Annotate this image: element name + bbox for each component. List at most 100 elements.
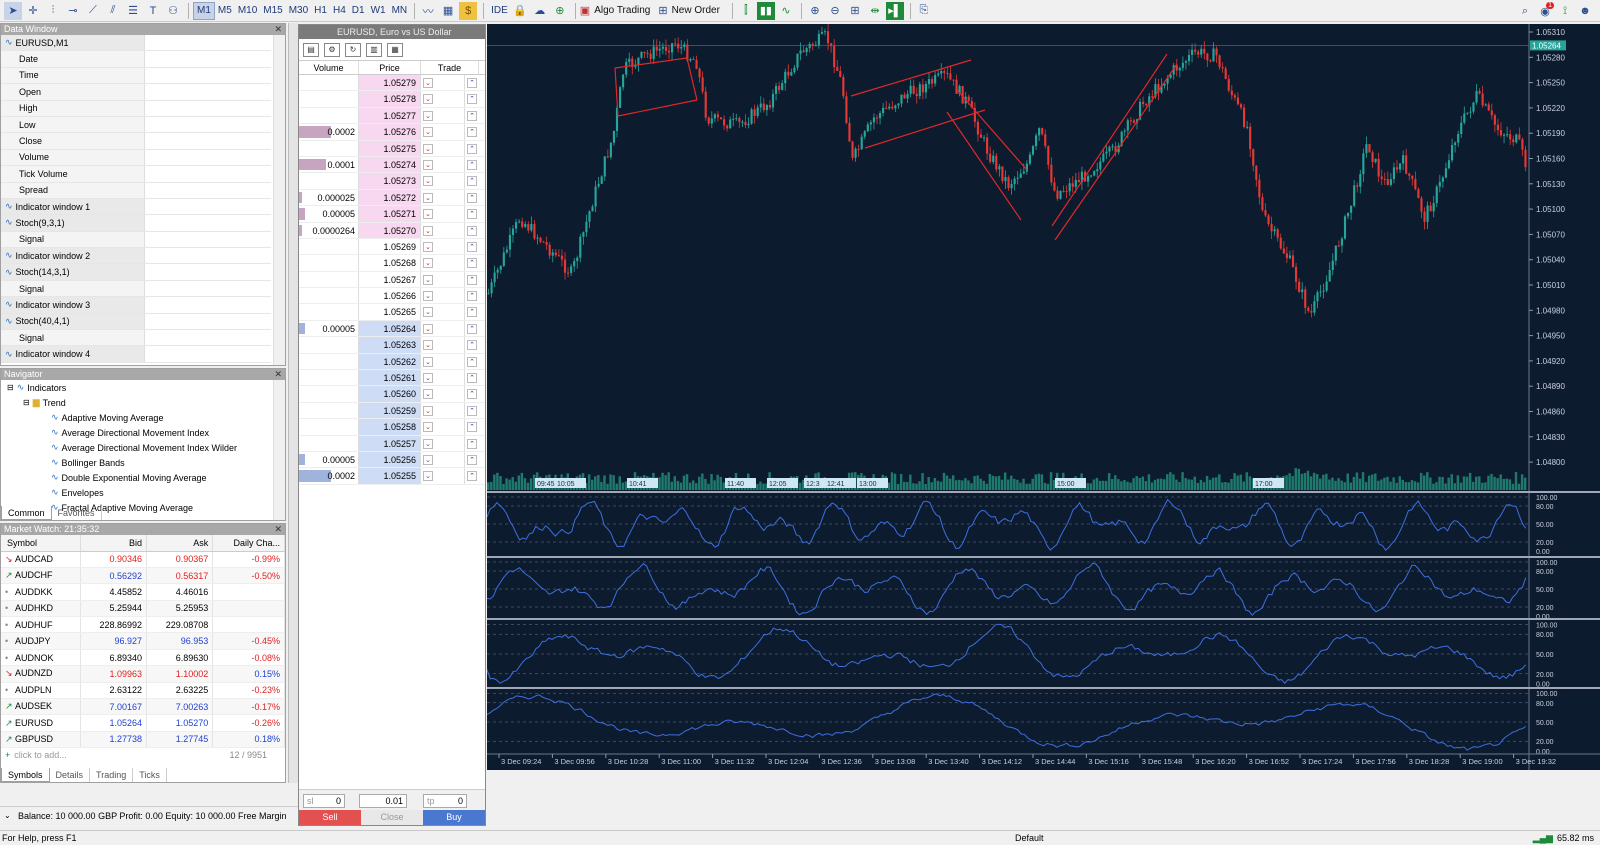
indicators-icon[interactable]: ▦: [439, 2, 457, 20]
sell-limit-icon[interactable]: ⌄: [423, 324, 433, 334]
sell-limit-icon[interactable]: ⌄: [423, 471, 433, 481]
timeframe-h1[interactable]: H1: [311, 2, 330, 20]
vps-icon[interactable]: ⊕: [551, 2, 569, 20]
chart-type-icon[interactable]: 〰: [419, 2, 437, 20]
dom-row[interactable]: 1.05260⌄⌃: [299, 386, 485, 402]
sell-limit-icon[interactable]: ⌄: [423, 111, 433, 121]
dom-row[interactable]: 0.000051.05264⌄⌃: [299, 321, 485, 337]
sell-limit-icon[interactable]: ⌄: [423, 209, 433, 219]
price-chart[interactable]: 1.053101.052801.052501.052201.051901.051…: [487, 24, 1600, 770]
collapse-icon[interactable]: ⊟: [23, 398, 30, 407]
buy-limit-icon[interactable]: ⌃: [467, 471, 477, 481]
timeframe-h4[interactable]: H4: [330, 2, 349, 20]
chart-shift-icon[interactable]: ▸▌: [886, 2, 904, 20]
timeframe-m10[interactable]: M10: [235, 2, 260, 20]
navigator-tab-favorites[interactable]: Favorites: [52, 506, 102, 520]
market-watch-tab-trading[interactable]: Trading: [90, 768, 133, 782]
sell-button[interactable]: Sell: [299, 810, 361, 825]
dom-row[interactable]: 0.00011.05274⌄⌃: [299, 157, 485, 173]
chart-canvas[interactable]: 1.053101.052801.052501.052201.051901.051…: [487, 24, 1600, 770]
timeframe-m15[interactable]: M15: [260, 2, 285, 20]
horizontal-line-icon[interactable]: ⊸: [64, 2, 82, 20]
sell-limit-icon[interactable]: ⌄: [423, 357, 433, 367]
buy-limit-icon[interactable]: ⌃: [467, 78, 477, 88]
sell-limit-icon[interactable]: ⌄: [423, 94, 433, 104]
dom-row[interactable]: 1.05275⌄⌃: [299, 141, 485, 157]
market-watch-row[interactable]: ↗AUDSEK7.001677.00263-0.17%: [1, 699, 285, 715]
sell-limit-icon[interactable]: ⌄: [423, 160, 433, 170]
dom-row[interactable]: 1.05279⌄⌃: [299, 75, 485, 91]
dom-row[interactable]: 0.000051.05271⌄⌃: [299, 206, 485, 222]
sell-limit-icon[interactable]: ⌄: [423, 144, 433, 154]
buy-limit-icon[interactable]: ⌃: [467, 455, 477, 465]
dom-row[interactable]: 0.0000251.05272⌄⌃: [299, 190, 485, 206]
dom-row[interactable]: 1.05261⌄⌃: [299, 370, 485, 386]
dom-row[interactable]: 1.05263⌄⌃: [299, 337, 485, 353]
buy-limit-icon[interactable]: ⌃: [467, 193, 477, 203]
sell-limit-icon[interactable]: ⌄: [423, 242, 433, 252]
dom-row[interactable]: 1.05262⌄⌃: [299, 354, 485, 370]
nav-indicator-item[interactable]: ∿Average Directional Movement Index: [7, 425, 285, 440]
buy-limit-icon[interactable]: ⌃: [467, 422, 477, 432]
dom-row[interactable]: 1.05265⌄⌃: [299, 304, 485, 320]
account-icon[interactable]: ☻: [1576, 2, 1594, 20]
trendline[interactable]: [1052, 54, 1167, 226]
buy-limit-icon[interactable]: ⌃: [467, 373, 477, 383]
close-icon[interactable]: ✕: [274, 369, 282, 380]
dom-row[interactable]: 1.05266⌄⌃: [299, 288, 485, 304]
sell-limit-icon[interactable]: ⌄: [423, 258, 433, 268]
sell-limit-icon[interactable]: ⌄: [423, 275, 433, 285]
close-button[interactable]: Close: [361, 810, 423, 825]
cursor-icon[interactable]: ➤: [4, 2, 22, 20]
shapes-icon[interactable]: ⚇: [164, 2, 182, 20]
search-icon[interactable]: ⌕: [1516, 2, 1534, 20]
buy-limit-icon[interactable]: ⌃: [467, 144, 477, 154]
dom-row[interactable]: 0.00021.05255⌄⌃: [299, 468, 485, 484]
buy-limit-icon[interactable]: ⌃: [467, 209, 477, 219]
market-watch-row[interactable]: •AUDHKD5.259445.25953: [1, 600, 285, 616]
buy-limit-icon[interactable]: ⌃: [467, 258, 477, 268]
bar-chart-icon[interactable]: ⫿: [737, 2, 755, 20]
market-watch-tab-ticks[interactable]: Ticks: [133, 768, 167, 782]
sell-limit-icon[interactable]: ⌄: [423, 78, 433, 88]
mw-col-header[interactable]: Ask: [147, 535, 213, 551]
mw-col-header[interactable]: Daily Cha...: [213, 535, 285, 551]
market-watch-row[interactable]: ↗AUDCHF0.562920.56317-0.50%: [1, 567, 285, 583]
nav-indicator-item[interactable]: ∿Bollinger Bands: [7, 455, 285, 470]
buy-limit-icon[interactable]: ⌃: [467, 340, 477, 350]
channel-icon[interactable]: ⫽: [104, 2, 122, 20]
sell-limit-icon[interactable]: ⌄: [423, 389, 433, 399]
buy-limit-icon[interactable]: ⌃: [467, 389, 477, 399]
buy-limit-icon[interactable]: ⌃: [467, 242, 477, 252]
dom-row[interactable]: 1.05268⌄⌃: [299, 255, 485, 271]
dollar-icon[interactable]: $: [459, 2, 477, 20]
sell-limit-icon[interactable]: ⌄: [423, 291, 433, 301]
buy-limit-icon[interactable]: ⌃: [467, 291, 477, 301]
lot-input[interactable]: 0.01: [359, 794, 407, 808]
timeframe-m5[interactable]: M5: [215, 2, 235, 20]
mw-col-header[interactable]: Symbol: [1, 535, 80, 551]
dom-row[interactable]: 1.05258⌄⌃: [299, 419, 485, 435]
vertical-line-icon[interactable]: ⫶: [44, 2, 62, 20]
collapse-icon[interactable]: ⊟: [7, 383, 14, 392]
cloud-icon[interactable]: ☁: [531, 2, 549, 20]
tp-input[interactable]: tp0: [423, 794, 467, 808]
trendline[interactable]: [618, 100, 697, 116]
lock-icon[interactable]: 🔒: [511, 2, 529, 20]
market-watch-row[interactable]: •AUDDKK4.458524.46016: [1, 584, 285, 600]
nav-indicator-item[interactable]: ∿Envelopes: [7, 485, 285, 500]
dom-row[interactable]: 1.05257⌄⌃: [299, 436, 485, 452]
buy-limit-icon[interactable]: ⌃: [467, 307, 477, 317]
nav-indicator-item[interactable]: ∿Adaptive Moving Average: [7, 410, 285, 425]
mw-col-header[interactable]: Bid: [80, 535, 146, 551]
close-icon[interactable]: ✕: [274, 24, 282, 35]
nav-folder-trend[interactable]: ⊟▆Trend: [7, 395, 285, 410]
candles-icon[interactable]: ▮▮: [757, 2, 775, 20]
trendline[interactable]: [947, 112, 1021, 220]
navigator-scrollbar[interactable]: [273, 380, 285, 520]
buy-limit-icon[interactable]: ⌃: [467, 439, 477, 449]
dom-row[interactable]: 0.00021.05276⌄⌃: [299, 124, 485, 140]
close-icon[interactable]: ✕: [274, 524, 282, 535]
buy-limit-icon[interactable]: ⌃: [467, 406, 477, 416]
market-watch-row[interactable]: •AUDJPY96.92796.953-0.45%: [1, 633, 285, 649]
